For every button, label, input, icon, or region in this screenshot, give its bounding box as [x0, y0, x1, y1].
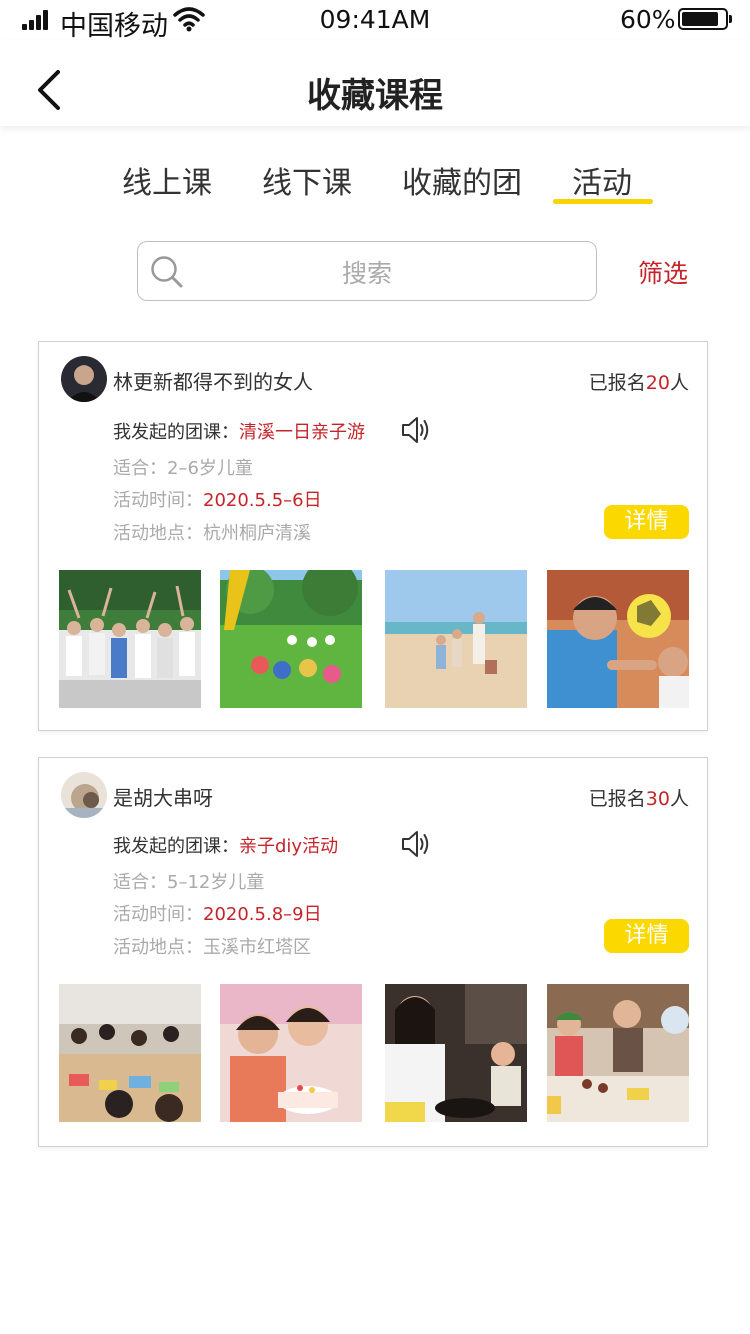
search-placeholder: 搜索	[341, 259, 392, 288]
tab-saved-groups[interactable]: 收藏的团	[402, 158, 522, 202]
age-row: 适合：5–12岁儿童	[113, 872, 265, 893]
status-bar: 中国移动 09:41AM 60%	[0, 0, 750, 42]
activity-photo[interactable]	[547, 984, 689, 1122]
place-row: 活动地点：玉溪市红塔区	[113, 937, 311, 958]
avatar[interactable]	[61, 356, 107, 402]
place-row: 活动地点：杭州桐庐清溪	[113, 523, 311, 544]
group-course-row: 我发起的团课：亲子diy活动	[113, 836, 339, 857]
user-name[interactable]: 是胡大串呀	[113, 782, 213, 811]
age-row: 适合：2–6岁儿童	[113, 458, 253, 479]
speaker-icon[interactable]	[399, 414, 431, 446]
activity-photo[interactable]	[59, 984, 201, 1122]
search-input[interactable]: 搜索	[137, 241, 597, 301]
battery-icon	[678, 8, 732, 30]
group-course-link[interactable]: 亲子diy活动	[239, 836, 338, 857]
activity-photo[interactable]	[385, 570, 527, 708]
filter-button[interactable]: 筛选	[638, 254, 688, 290]
activity-photo[interactable]	[220, 984, 362, 1122]
user-name[interactable]: 林更新都得不到的女人	[113, 366, 313, 395]
time-row: 活动时间：2020.5.5–6日	[113, 490, 322, 511]
detail-button[interactable]: 详情	[604, 505, 689, 539]
activity-photo[interactable]	[220, 570, 362, 708]
group-course-link[interactable]: 清溪一日亲子游	[239, 422, 365, 443]
enroll-count: 已报名20人	[588, 372, 689, 394]
battery-percent: 60%	[620, 5, 676, 34]
activity-photo[interactable]	[547, 570, 689, 708]
tab-activities[interactable]: 活动	[572, 158, 632, 202]
group-course-row: 我发起的团课：清溪一日亲子游	[113, 422, 365, 443]
avatar[interactable]	[61, 772, 107, 818]
activity-photo[interactable]	[59, 570, 201, 708]
active-tab-indicator	[553, 199, 653, 204]
tab-offline-course[interactable]: 线下课	[262, 158, 352, 202]
enroll-count: 已报名30人	[588, 788, 689, 810]
activity-photo[interactable]	[385, 984, 527, 1122]
tab-online-course[interactable]: 线上课	[122, 158, 212, 202]
speaker-icon[interactable]	[399, 828, 431, 860]
detail-button[interactable]: 详情	[604, 919, 689, 953]
time-row: 活动时间：2020.5.8–9日	[113, 904, 322, 925]
activity-card[interactable]: 林更新都得不到的女人 已报名20人 我发起的团课：清溪一日亲子游 适合：2–6岁…	[38, 341, 708, 731]
activity-card[interactable]: 是胡大串呀 已报名30人 我发起的团课：亲子diy活动 适合：5–12岁儿童 活…	[38, 757, 708, 1147]
nav-bar: 收藏课程	[0, 40, 750, 126]
page-title: 收藏课程	[307, 76, 443, 116]
